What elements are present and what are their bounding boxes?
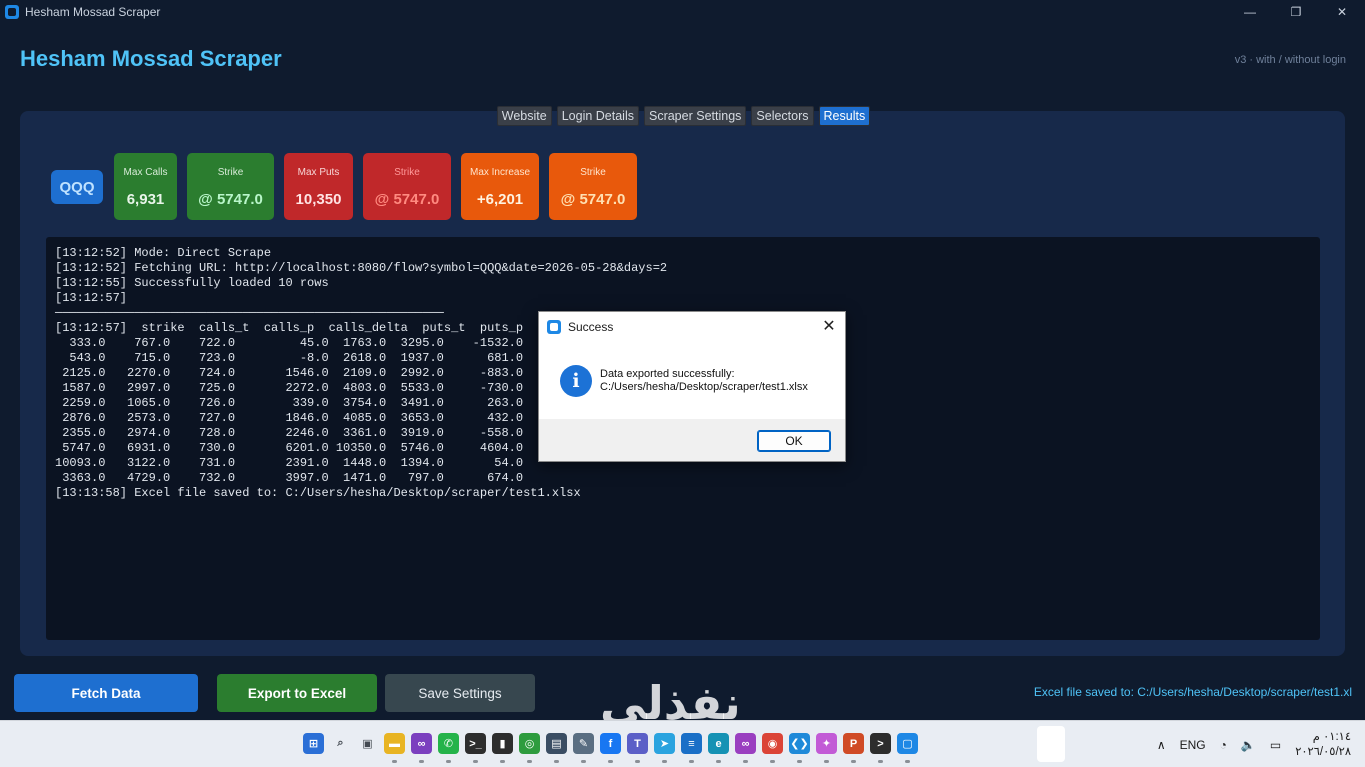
edge-icon[interactable]: e	[708, 733, 729, 763]
minimize-button[interactable]: —	[1227, 0, 1273, 24]
volume-icon[interactable]: 🔈	[1241, 738, 1256, 752]
dialog-message-path: C:/Users/hesha/Desktop/scraper/test1.xls…	[600, 381, 808, 393]
increase-strike-card: Strike @ 5747.0	[549, 153, 637, 220]
dialog-app-icon	[547, 319, 561, 334]
vscode-icon[interactable]: ❮❯	[789, 733, 810, 763]
clock[interactable]: ٠١:١٤ م ٢٠٢٦/٠٥/٢٨	[1295, 730, 1351, 760]
window-title: Hesham Mossad Scraper	[25, 5, 161, 19]
window-controls: — ❐ ✕	[1227, 0, 1365, 24]
max-puts-label: Max Puts	[297, 167, 340, 178]
taskbar: ⊞ ⌕ ▣ ▬ ∞ ✆ >_ ▮ ◎ ▤ ✎ f T ➤ ≡ e ∞ ◉ ❮❯ ✦ P > ▢ ∧ ENG ◔ 🔈 ▭ ٠١…	[0, 720, 1365, 767]
success-dialog: Success ✕ i Data exported successfully: …	[538, 311, 846, 462]
version-label: v3 · with / without login	[1234, 54, 1346, 66]
telegram-icon[interactable]: ➤	[654, 733, 675, 763]
max-calls-label: Max Calls	[123, 167, 168, 178]
system-tray: ∧ ENG ◔ 🔈 ▭ ٠١:١٤ م ٢٠٢٦/٠٥/٢٨	[1157, 721, 1365, 767]
calls-strike-label: Strike	[217, 167, 244, 178]
tab-website[interactable]: Website	[496, 106, 552, 126]
battery-icon[interactable]: ▭	[1270, 738, 1281, 752]
calls-strike-card: Strike @ 5747.0	[187, 153, 274, 220]
status-text: Excel file saved to: C:/Users/hesha/Desk…	[1033, 685, 1352, 699]
terminal-icon[interactable]: >	[870, 733, 891, 763]
calls-strike-value: @ 5747.0	[198, 191, 263, 208]
piano-icon[interactable]: ▮	[492, 733, 513, 763]
tab-results[interactable]: Results	[818, 106, 871, 126]
tab-selectors[interactable]: Selectors	[751, 106, 814, 126]
app-icon	[5, 5, 19, 19]
save-settings-button[interactable]: Save Settings	[385, 674, 535, 712]
taskbar-active-highlight	[1037, 726, 1065, 762]
symbol-badge: QQQ	[51, 170, 103, 204]
puts-strike-value: @ 5747.0	[374, 191, 440, 208]
visual-studio-icon[interactable]: ∞	[411, 733, 432, 763]
info-icon: i	[560, 365, 592, 397]
ok-button[interactable]: OK	[757, 430, 831, 452]
dialog-message: Data exported successfully: C:/Users/hes…	[600, 368, 808, 394]
file-explorer-icon[interactable]: ▬	[384, 733, 405, 763]
language-indicator[interactable]: ENG	[1180, 738, 1206, 752]
puts-strike-label: Strike	[394, 167, 420, 178]
fetch-data-button[interactable]: Fetch Data	[14, 674, 198, 712]
tab-bar: Website Login Details Scraper Settings S…	[0, 106, 1365, 126]
powerpoint-icon[interactable]: P	[843, 733, 864, 763]
cmd-icon[interactable]: >_	[465, 733, 486, 763]
puts-strike-card: Strike @ 5747.0	[363, 153, 451, 220]
clock-date: ٢٠٢٦/٠٥/٢٨	[1295, 745, 1351, 758]
max-puts-card: Max Puts 10,350	[284, 153, 353, 220]
task-view-icon[interactable]: ▣	[357, 733, 378, 754]
increase-strike-value: @ 5747.0	[560, 191, 626, 208]
chrome-icon[interactable]: ◉	[762, 733, 783, 763]
dialog-titlebar: Success ✕	[539, 312, 845, 341]
max-calls-value: 6,931	[126, 191, 165, 208]
max-increase-label: Max Increase	[469, 167, 531, 178]
tab-login-details[interactable]: Login Details	[556, 106, 639, 126]
dialog-body: i Data exported successfully: C:/Users/h…	[539, 341, 845, 419]
copilot-icon[interactable]: ✦	[816, 733, 837, 763]
maximize-button[interactable]: ❐	[1273, 0, 1319, 24]
vs-preview-icon[interactable]: ∞	[735, 733, 756, 763]
refresh-app-icon[interactable]: ◎	[519, 733, 540, 763]
monitor-icon[interactable]: ▤	[546, 733, 567, 763]
taskbar-apps: ⊞ ⌕ ▣ ▬ ∞ ✆ >_ ▮ ◎ ▤ ✎ f T ➤ ≡ e ∞ ◉ ❮❯ ✦ P > ▢	[303, 733, 918, 763]
dialog-message-line1: Data exported successfully:	[600, 368, 735, 380]
notepad-icon[interactable]: ≡	[681, 733, 702, 763]
scraper-app-icon[interactable]: ▢	[897, 733, 918, 763]
whatsapp-icon[interactable]: ✆	[438, 733, 459, 763]
export-to-excel-button[interactable]: Export to Excel	[217, 674, 377, 712]
max-increase-value: +6,201	[476, 191, 524, 208]
start-icon[interactable]: ⊞	[303, 733, 324, 754]
close-button[interactable]: ✕	[1319, 0, 1365, 24]
facebook-icon[interactable]: f	[600, 733, 621, 763]
wifi-icon[interactable]: ◔	[1220, 738, 1227, 752]
search-icon[interactable]: ⌕	[330, 733, 351, 754]
window-titlebar: Hesham Mossad Scraper — ❐ ✕	[0, 0, 1365, 24]
dialog-title: Success	[568, 319, 614, 334]
dialog-close-icon[interactable]: ✕	[821, 317, 837, 335]
tab-scraper-settings[interactable]: Scraper Settings	[643, 106, 747, 126]
tray-chevron-icon[interactable]: ∧	[1157, 738, 1166, 752]
max-increase-card: Max Increase +6,201	[461, 153, 539, 220]
page-title: Hesham Mossad Scraper	[20, 46, 282, 71]
max-calls-card: Max Calls 6,931	[114, 153, 177, 220]
increase-strike-label: Strike	[580, 167, 606, 178]
clock-time: ٠١:١٤ م	[1312, 730, 1351, 743]
max-puts-value: 10,350	[295, 191, 342, 208]
paint-icon[interactable]: ✎	[573, 733, 594, 763]
teams-icon[interactable]: T	[627, 733, 648, 763]
